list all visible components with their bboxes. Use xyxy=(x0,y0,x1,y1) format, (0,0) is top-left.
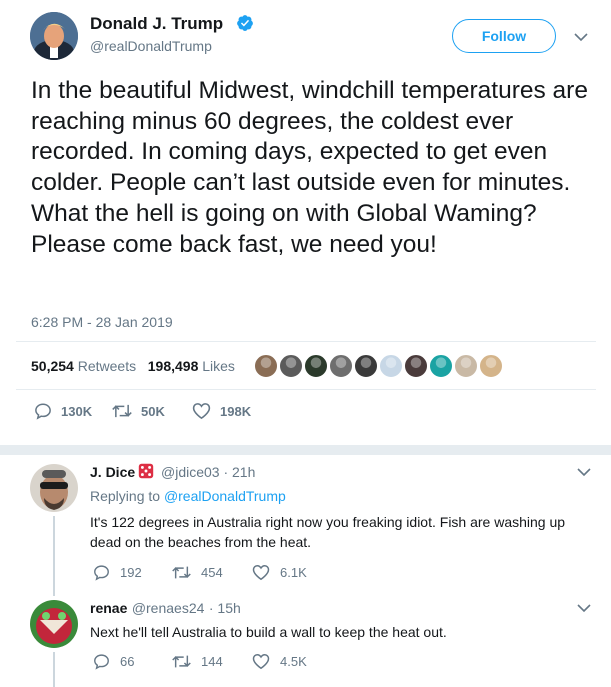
reply-time[interactable]: · 15h xyxy=(209,600,241,616)
dice-emoji-icon xyxy=(138,463,154,479)
heart-icon xyxy=(252,653,270,670)
like-count: 6.1K xyxy=(280,565,307,580)
thread-line xyxy=(53,516,55,596)
liker-avatar[interactable] xyxy=(454,354,478,378)
like-action[interactable]: 4.5K xyxy=(252,653,307,670)
like-action[interactable]: 6.1K xyxy=(252,564,307,581)
reply-author-name[interactable]: renae xyxy=(90,600,127,616)
follow-button[interactable]: Follow xyxy=(452,19,556,53)
reply-time: · 21h xyxy=(223,464,256,480)
like-count: 198K xyxy=(220,403,252,419)
reply-author-handle[interactable]: @renaes24 xyxy=(132,600,205,616)
author-name[interactable]: Donald J. Trump xyxy=(90,14,223,34)
retweet-count: 50K xyxy=(141,403,165,419)
like-count: 4.5K xyxy=(280,654,307,669)
chevron-down-icon[interactable] xyxy=(577,468,591,477)
reply-count: 130K xyxy=(61,403,93,419)
replying-to: Replying to @realDonaldTrump xyxy=(90,488,286,504)
heart-icon xyxy=(252,564,270,581)
heart-icon xyxy=(192,403,211,420)
reply-author-handle[interactable]: @jdice03 · 21h xyxy=(161,464,255,480)
liker-avatar[interactable] xyxy=(479,354,503,378)
verified-badge-icon xyxy=(237,15,253,31)
reply-count: 66 xyxy=(120,654,135,669)
divider xyxy=(16,341,596,342)
tweet-timestamp[interactable]: 6:28 PM - 28 Jan 2019 xyxy=(31,314,173,330)
retweet-icon xyxy=(172,566,191,579)
liker-avatar[interactable] xyxy=(429,354,453,378)
replying-to-link[interactable]: @realDonaldTrump xyxy=(164,488,286,504)
reply-icon xyxy=(35,403,51,420)
retweet-icon xyxy=(112,404,132,418)
reply-count: 192 xyxy=(120,565,142,580)
reply-icon xyxy=(94,654,109,670)
reply-action[interactable]: 130K xyxy=(34,402,92,420)
liker-avatar[interactable] xyxy=(279,354,303,378)
author-handle[interactable]: @realDonaldTrump xyxy=(90,38,212,54)
reply-text: It's 122 degrees in Australia right now … xyxy=(90,514,566,550)
reply-action[interactable]: 66 xyxy=(93,653,134,670)
section-separator xyxy=(0,445,611,455)
like-action[interactable]: 198K xyxy=(192,402,251,420)
thread-line xyxy=(53,652,55,687)
liker-avatar[interactable] xyxy=(404,354,428,378)
retweet-action[interactable]: 50K xyxy=(112,402,165,420)
liker-avatar[interactable] xyxy=(329,354,353,378)
liker-avatar[interactable] xyxy=(254,354,278,378)
chevron-down-icon[interactable] xyxy=(577,604,591,613)
reply-text: Next he'll tell Australia to build a wal… xyxy=(90,624,447,640)
retweet-action[interactable]: 454 xyxy=(172,564,223,581)
chevron-down-icon[interactable] xyxy=(574,33,588,42)
divider xyxy=(16,389,596,390)
liker-avatar[interactable] xyxy=(379,354,403,378)
reply-author-name[interactable]: J. Dice xyxy=(90,464,135,480)
retweet-icon xyxy=(172,655,191,668)
reply-action[interactable]: 192 xyxy=(93,564,142,581)
liker-avatar[interactable] xyxy=(304,354,328,378)
likes-stat[interactable]: 198,498 Likes xyxy=(148,358,235,374)
reply-avatar[interactable] xyxy=(30,600,78,648)
retweet-action[interactable]: 144 xyxy=(172,653,223,670)
author-avatar[interactable] xyxy=(30,12,78,60)
tweet-text: In the beautiful Midwest, windchill temp… xyxy=(31,77,588,258)
reply-header: renae @renaes24 · 15h xyxy=(90,600,241,618)
retweet-count: 454 xyxy=(201,565,223,580)
retweet-count: 144 xyxy=(201,654,223,669)
tweet-stats: 50,254 Retweets 198,498 Likes xyxy=(31,358,235,374)
liker-avatar[interactable] xyxy=(354,354,378,378)
retweets-stat[interactable]: 50,254 Retweets xyxy=(31,358,136,374)
reply-avatar[interactable] xyxy=(30,464,78,512)
reply-icon xyxy=(94,565,109,581)
